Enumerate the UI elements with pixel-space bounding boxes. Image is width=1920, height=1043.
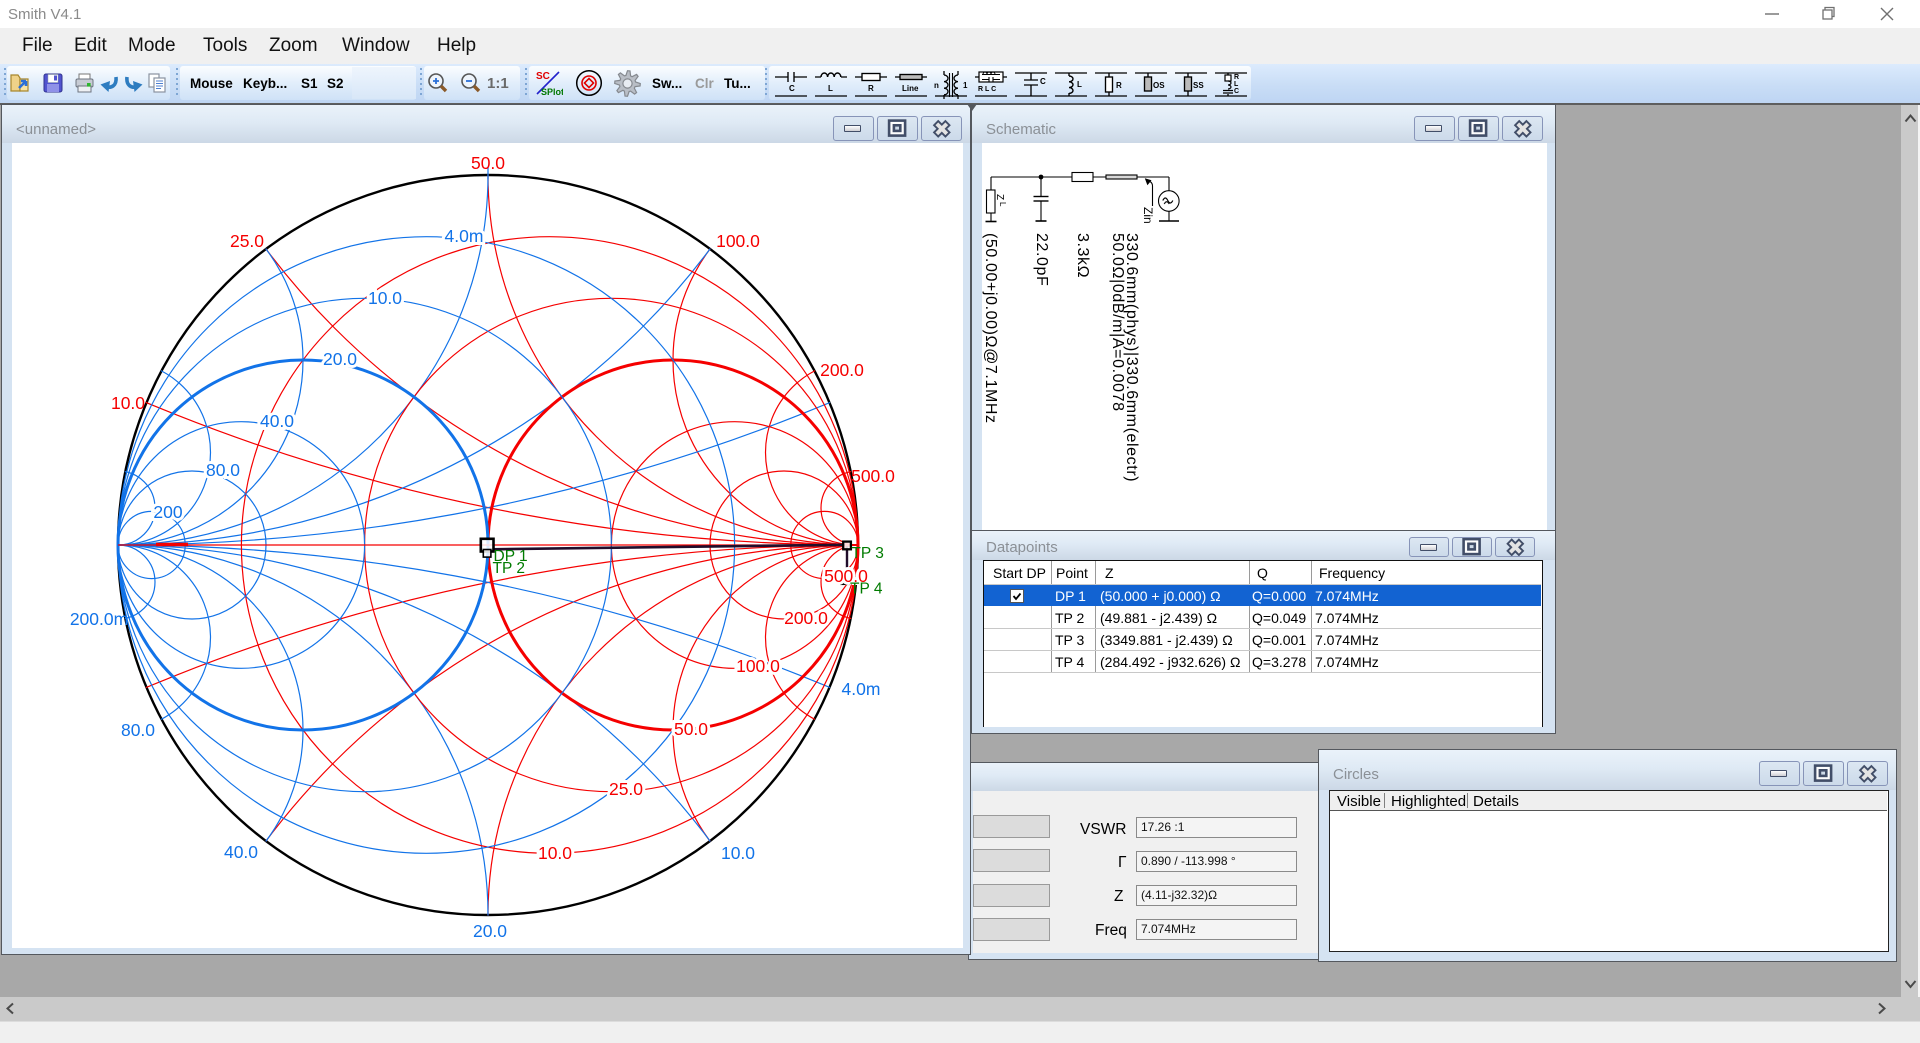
svg-text:25.0: 25.0 <box>609 779 643 799</box>
svg-text:10.0: 10.0 <box>368 288 402 308</box>
svg-text:L: L <box>998 202 1007 207</box>
svg-text:40.0: 40.0 <box>224 842 258 862</box>
svg-text:1: 1 <box>963 81 968 90</box>
svg-text:n: n <box>934 81 939 90</box>
svg-text:25.0: 25.0 <box>230 231 264 251</box>
svg-text:4.0m: 4.0m <box>842 679 881 699</box>
svg-text:L: L <box>1077 80 1082 89</box>
svg-text:200: 200 <box>153 502 182 522</box>
svg-text:Zin: Zin <box>1141 207 1155 224</box>
svg-text:20.0: 20.0 <box>473 921 507 941</box>
svg-text:500.0: 500.0 <box>851 466 895 486</box>
svg-text:200.0: 200.0 <box>784 608 828 628</box>
svg-text:Z: Z <box>994 194 1005 200</box>
svg-text:10.0: 10.0 <box>538 843 572 863</box>
svg-text:4.0m: 4.0m <box>445 226 484 246</box>
svg-text:SPlot: SPlot <box>541 87 563 97</box>
svg-text:C: C <box>789 84 795 93</box>
svg-text:10.0: 10.0 <box>111 393 145 413</box>
svg-text:SS: SS <box>1193 81 1204 90</box>
svg-text:40.0: 40.0 <box>260 411 294 431</box>
svg-text:C: C <box>1040 77 1046 86</box>
svg-text:TP 3: TP 3 <box>851 545 883 562</box>
svg-text:L: L <box>1234 81 1239 88</box>
svg-text:80.0: 80.0 <box>206 460 240 480</box>
svg-text:R: R <box>1116 81 1122 90</box>
svg-text:200.0: 200.0 <box>820 360 864 380</box>
svg-text:TP 2: TP 2 <box>493 560 525 577</box>
svg-text:50.0: 50.0 <box>471 153 505 173</box>
svg-text:330.6mm(phys)|330.6mm(electr): 330.6mm(phys)|330.6mm(electr) <box>1123 233 1140 482</box>
svg-text:10.0: 10.0 <box>721 843 755 863</box>
svg-text:20.0: 20.0 <box>323 349 357 369</box>
svg-text:R: R <box>868 84 874 93</box>
svg-text:TP 4: TP 4 <box>850 581 883 598</box>
svg-text:22.0pF: 22.0pF <box>1033 233 1050 286</box>
svg-text:80.0: 80.0 <box>121 720 155 740</box>
svg-text:(50.00+j0.00)Ω@7.1MHz: (50.00+j0.00)Ω@7.1MHz <box>982 233 999 424</box>
svg-text:100.0: 100.0 <box>736 656 780 676</box>
svg-text:50.0: 50.0 <box>674 719 708 739</box>
svg-text:L: L <box>828 84 833 93</box>
svg-text:R: R <box>1234 74 1239 81</box>
svg-text:200.0m: 200.0m <box>70 609 128 629</box>
svg-text:100.0: 100.0 <box>716 231 760 251</box>
svg-text:SC: SC <box>536 71 550 82</box>
svg-text:C: C <box>1234 88 1239 95</box>
svg-text:R L C: R L C <box>978 86 996 93</box>
svg-text:OS: OS <box>1153 81 1165 90</box>
svg-text:Line: Line <box>902 84 919 93</box>
svg-text:3.3kΩ: 3.3kΩ <box>1074 233 1091 278</box>
